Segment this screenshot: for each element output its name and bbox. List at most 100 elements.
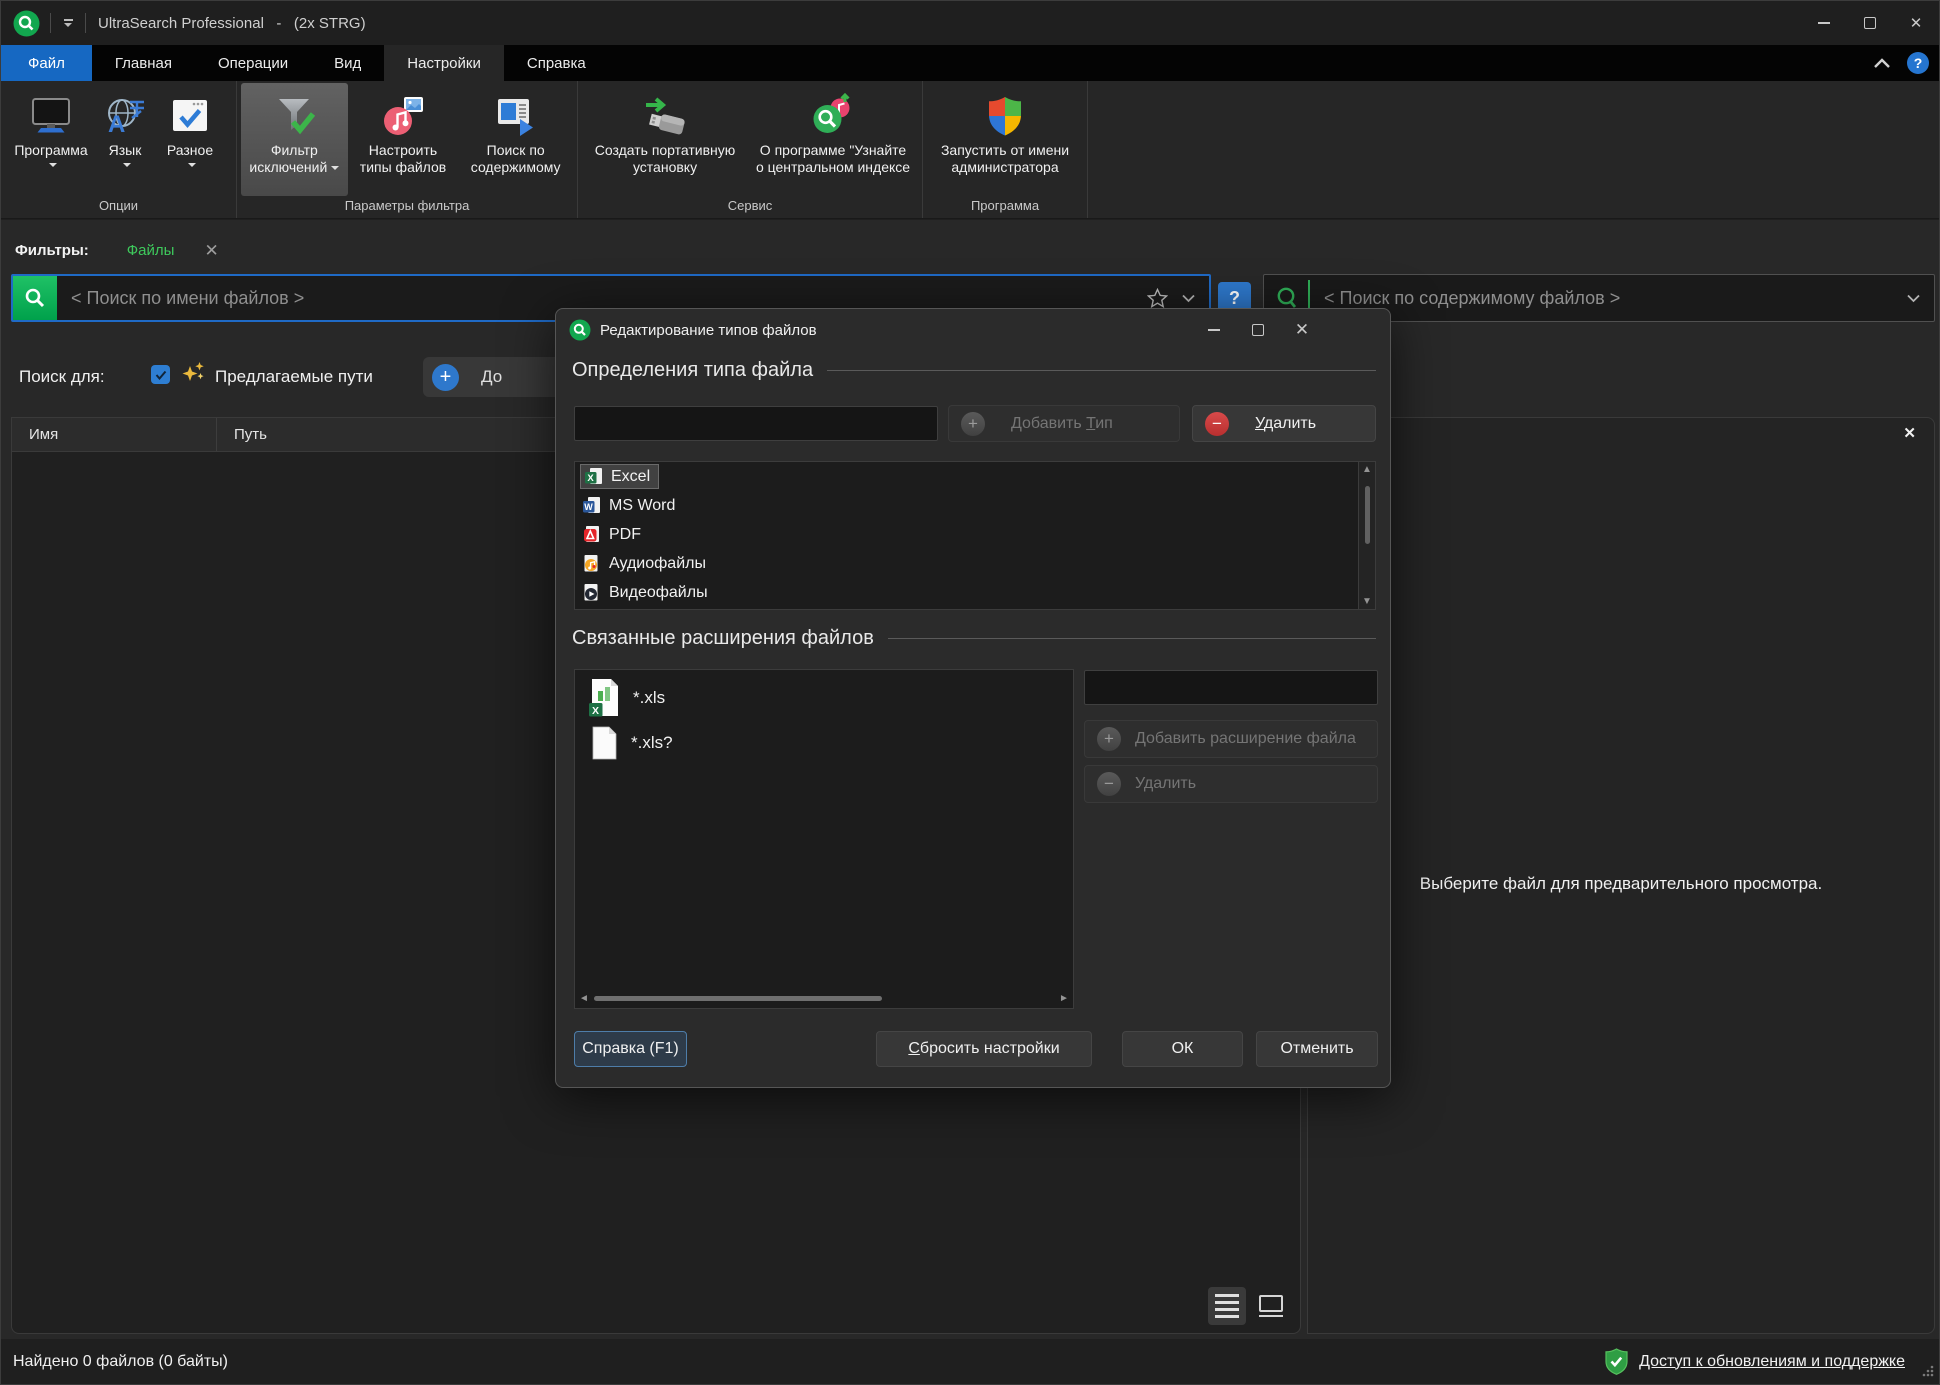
cancel-button[interactable]: Отменить — [1256, 1031, 1378, 1067]
maximize-icon — [1864, 17, 1876, 29]
preview-message: Выберите файл для предварительного просм… — [1308, 874, 1934, 894]
update-shield-icon — [1604, 1348, 1629, 1375]
edit-file-types-dialog: Редактирование типов файлов ✕ Определени… — [555, 308, 1391, 1088]
scroll-right-icon[interactable]: ► — [1056, 993, 1072, 1004]
ok-button[interactable]: ОК — [1122, 1031, 1243, 1067]
dialog-title: Редактирование типов файлов — [600, 322, 817, 339]
minus-icon: − — [1205, 412, 1229, 436]
misc-button[interactable]: Разное — [153, 83, 227, 196]
scrollbar-thumb[interactable] — [594, 996, 882, 1001]
extension-list[interactable]: X *.xls *.xls? ◄ ► — [574, 669, 1074, 1009]
titlebar-divider — [50, 13, 51, 33]
search-button[interactable] — [13, 276, 57, 320]
quick-access-toolbar-icon[interactable] — [61, 19, 75, 27]
titlebar: UltraSearch Professional - (2x STRG) ✕ — [1, 1, 1939, 45]
word-icon: W — [582, 496, 601, 515]
file-type-excel[interactable]: X Excel — [575, 462, 1375, 491]
file-type-audio[interactable]: Аудиофайлы — [575, 549, 1375, 578]
favorite-star-icon[interactable] — [1147, 288, 1168, 308]
app-logo-icon — [13, 10, 40, 37]
preview-panel: ✕ Выберите файл для предварительного про… — [1307, 417, 1935, 1334]
dialog-minimize-button[interactable] — [1192, 314, 1236, 346]
list-view-button[interactable] — [1208, 1287, 1246, 1325]
preview-close-icon[interactable]: ✕ — [1903, 424, 1916, 442]
file-type-word[interactable]: W MS Word — [575, 491, 1375, 520]
tab-operations[interactable]: Операции — [195, 45, 311, 81]
search-icon — [23, 286, 47, 310]
file-type-list[interactable]: X Excel W MS Word — [574, 461, 1376, 610]
minimize-icon — [1818, 22, 1830, 24]
excel-icon: X — [584, 467, 603, 486]
suggested-paths-label[interactable]: Предлагаемые пути — [215, 367, 373, 387]
file-types-media-icon — [380, 94, 426, 138]
ribbon-group-label: Параметры фильтра — [237, 196, 577, 218]
language-button[interactable]: A Язык — [97, 83, 153, 196]
ribbon-group-service: Создать портативную установку — [578, 81, 923, 218]
excel-file-icon: X — [587, 678, 619, 718]
about-program-button[interactable]: О программе "Узнайте о центральном индек… — [748, 83, 918, 196]
extension-list-hscrollbar[interactable]: ◄ ► — [576, 990, 1072, 1007]
create-portable-button[interactable]: Создать портативную установку — [582, 83, 748, 196]
resize-grip-icon[interactable] — [1920, 1363, 1935, 1378]
ribbon-group-label: Сервис — [578, 196, 922, 218]
tab-view[interactable]: Вид — [311, 45, 384, 81]
tab-file[interactable]: Файл — [1, 45, 92, 81]
window-minimize-button[interactable] — [1801, 1, 1847, 45]
delete-type-button[interactable]: − Удалить — [1192, 405, 1376, 442]
program-monitor-icon — [29, 94, 73, 138]
exclusion-filter-button[interactable]: Фильтр исключений — [241, 83, 348, 196]
column-header-name[interactable]: Имя — [12, 418, 217, 451]
close-icon: ✕ — [1295, 320, 1309, 340]
tab-help[interactable]: Справка — [504, 45, 609, 81]
dialog-maximize-button[interactable] — [1236, 314, 1280, 346]
support-link[interactable]: Доступ к обновлениям и поддержке — [1639, 1353, 1905, 1371]
extension-item-xls-wildcard[interactable]: *.xls? — [575, 726, 1073, 760]
content-search-button[interactable]: Поиск по содержимому — [458, 83, 573, 196]
configure-file-types-button[interactable]: Настроить типы файлов — [348, 83, 459, 196]
add-type-button[interactable]: + Добавить Тип — [948, 405, 1180, 442]
type-list-scrollbar[interactable]: ▲ ▼ — [1358, 462, 1375, 609]
run-as-admin-button[interactable]: Запустить от имени администратора — [927, 83, 1083, 196]
dialog-titlebar: Редактирование типов файлов ✕ — [556, 309, 1390, 351]
type-name-input[interactable] — [574, 406, 938, 441]
dropdown-caret-icon — [331, 166, 339, 170]
chevron-down-icon[interactable] — [1182, 294, 1195, 303]
window-title: UltraSearch Professional - (2x STRG) — [98, 15, 366, 32]
search-for-label: Поиск для: — [19, 367, 105, 387]
filter-close-icon[interactable]: ✕ — [204, 242, 218, 259]
maximize-icon — [1252, 324, 1264, 336]
window-close-button[interactable]: ✕ — [1893, 1, 1939, 45]
ribbon-group-label: Программа — [923, 196, 1087, 218]
extension-item-xls[interactable]: X *.xls — [575, 678, 1073, 718]
file-name-search-input[interactable] — [57, 288, 1147, 309]
scroll-up-icon[interactable]: ▲ — [1359, 464, 1375, 475]
window-maximize-button[interactable] — [1847, 1, 1893, 45]
ribbon-group-options: Программа A Язык — [1, 81, 237, 218]
reset-settings-button[interactable]: Сбросить настройки — [876, 1031, 1092, 1067]
uac-shield-icon — [983, 94, 1027, 138]
scroll-left-icon[interactable]: ◄ — [576, 993, 592, 1004]
file-type-pdf[interactable]: PDF — [575, 520, 1375, 549]
suggested-paths-checkbox[interactable] — [151, 365, 170, 384]
sparkles-icon — [181, 361, 207, 385]
chevron-down-icon[interactable] — [1907, 294, 1920, 303]
svg-text:X: X — [592, 705, 599, 717]
svg-text:X: X — [587, 473, 594, 484]
help-icon[interactable]: ? — [1907, 52, 1929, 74]
collapse-ribbon-icon[interactable] — [1873, 57, 1891, 69]
scroll-down-icon[interactable]: ▼ — [1359, 596, 1375, 607]
dialog-help-button[interactable]: Справка (F1) — [574, 1031, 687, 1067]
filters-label: Фильтры: — [15, 242, 89, 259]
preview-pane-button[interactable] — [1252, 1287, 1290, 1325]
tab-home[interactable]: Главная — [92, 45, 195, 81]
program-button[interactable]: Программа — [5, 83, 97, 196]
file-type-video[interactable]: Видеофайлы — [575, 578, 1375, 607]
filter-tab-files[interactable]: Файлы — [127, 242, 175, 259]
extension-input[interactable] — [1084, 670, 1378, 705]
content-search-input[interactable] — [1310, 288, 1907, 309]
scrollbar-thumb[interactable] — [1365, 486, 1370, 544]
add-extension-button[interactable]: + Добавить расширение файла — [1084, 720, 1378, 758]
tab-settings[interactable]: Настройки — [384, 45, 504, 81]
delete-extension-button[interactable]: − Удалить — [1084, 765, 1378, 803]
dialog-close-button[interactable]: ✕ — [1280, 314, 1324, 346]
